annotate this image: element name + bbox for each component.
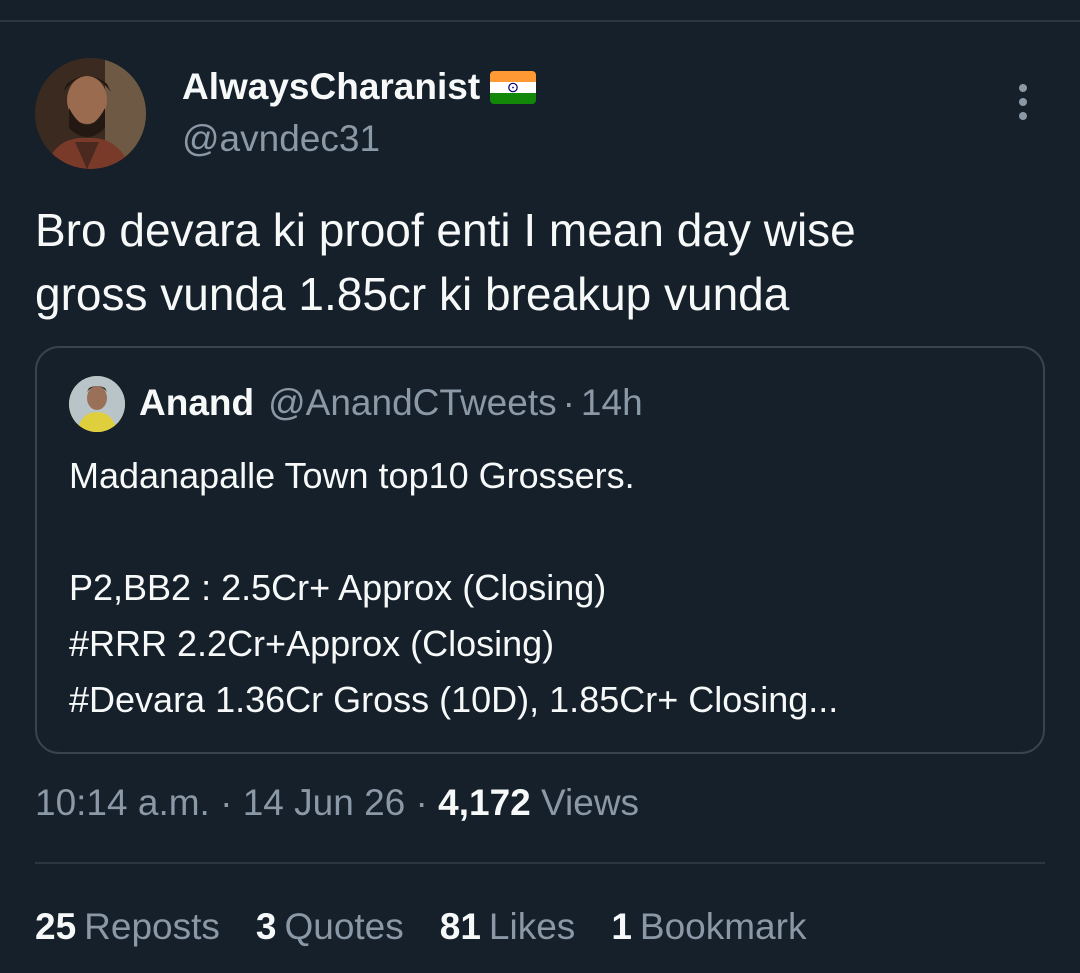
engagement-stats: 25 Reposts 3 Quotes 81 Likes 1 Bookmark [35,906,842,948]
reposts-count: 25 [35,906,77,947]
quotes-stat[interactable]: 3 Quotes [256,906,404,948]
bookmarks-label: Bookmark [639,906,807,947]
views-count: 4,172 [438,782,531,823]
separator-dot: · [415,782,428,823]
quoted-tweet-text: Madanapalle Town top10 Grossers. P2,BB2 … [69,448,1029,728]
tweet-text: Bro devara ki proof enti I mean day wise… [35,198,1045,326]
more-options-button[interactable] [1008,82,1038,122]
likes-stat[interactable]: 81 Likes [440,906,576,948]
tweet-text-line: Bro devara ki proof enti I mean day wise [35,204,856,256]
likes-label: Likes [488,906,576,947]
author-display-name[interactable]: AlwaysCharanist [182,66,537,108]
quoted-author-avatar[interactable] [69,376,125,432]
avatar-image [35,58,146,169]
separator-dot: · [220,782,233,823]
quotes-count: 3 [255,906,277,947]
author-avatar[interactable] [35,58,146,169]
quoted-tweet-header: Anand @AnandCTweets · 14h [139,382,643,424]
separator-dot: · [562,382,575,423]
flag-india-icon [490,70,537,104]
likes-count: 81 [439,906,481,947]
more-vertical-icon [1019,84,1027,120]
quoted-tweet-card[interactable]: Anand @AnandCTweets · 14h Madanapalle To… [35,346,1045,754]
quoted-text-line: Madanapalle Town top10 Grossers. [69,455,635,496]
quoted-author-handle[interactable]: @AnandCTweets [268,382,556,424]
quoted-avatar-image [69,376,125,432]
stats-divider [35,862,1045,864]
tweet-text-line: gross vunda 1.85cr ki breakup vunda [35,268,790,320]
display-name-text: AlwaysCharanist [182,66,481,107]
views-label: Views [541,782,640,823]
reposts-stat[interactable]: 25 Reposts [35,906,220,948]
tweet-meta: 10:14 a.m. · 14 Jun 26 · 4,172 Views [35,782,639,824]
quoted-text-line: #Devara 1.36Cr Gross (10D), 1.85Cr+ Clos… [69,679,839,720]
top-divider [0,20,1080,22]
reposts-label: Reposts [84,906,220,947]
bookmarks-count: 1 [611,906,632,947]
quoted-timestamp[interactable]: 14h [581,382,643,424]
tweet-date[interactable]: 14 Jun 26 [243,782,406,823]
quoted-text-line: P2,BB2 : 2.5Cr+ Approx (Closing) [69,567,607,608]
quoted-text-line [69,504,1029,560]
quotes-label: Quotes [284,906,404,947]
quoted-author-name[interactable]: Anand [139,382,254,424]
author-handle[interactable]: @avndec31 [182,118,380,160]
bookmarks-stat[interactable]: 1 Bookmark [611,906,806,948]
quoted-text-line: #RRR 2.2Cr+Approx (Closing) [69,623,555,664]
tweet-time[interactable]: 10:14 a.m. [35,782,210,823]
